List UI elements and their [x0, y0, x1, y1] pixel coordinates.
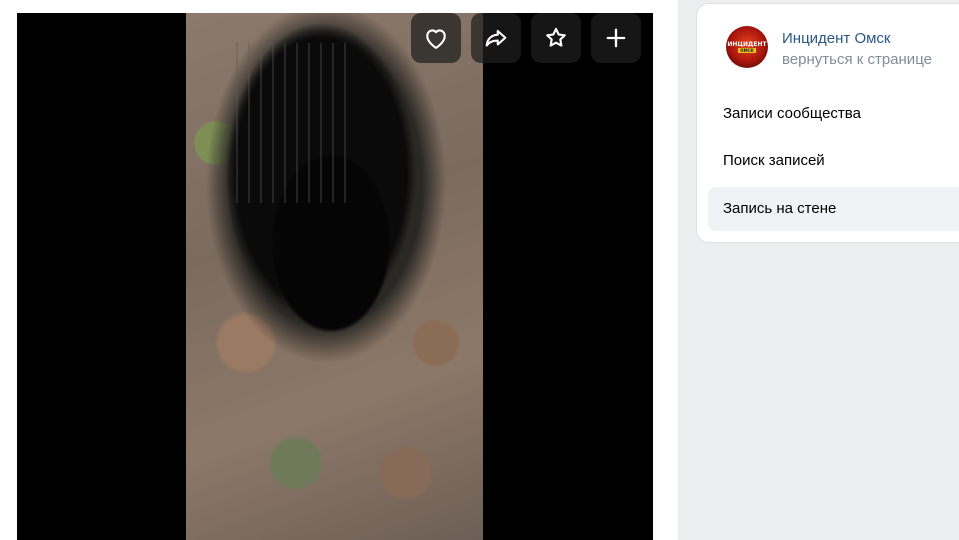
share-arrow-icon: [485, 29, 507, 47]
menu-item-label: Поиск записей: [723, 152, 825, 169]
community-sidebar: ИНЦИДЕНТ ОМСК Инцидент Омск вернуться к …: [697, 4, 959, 242]
avatar-logo-text: ИНЦИДЕНТ: [727, 41, 767, 48]
fence-bars: [226, 43, 346, 203]
avatar-logo-stripe: ОМСК: [738, 48, 756, 53]
community-name-link[interactable]: Инцидент Омск: [782, 30, 891, 47]
video-player[interactable]: [17, 13, 653, 540]
bookmark-button[interactable]: [531, 13, 581, 63]
heart-icon: [426, 29, 446, 49]
star-icon: [546, 27, 566, 47]
menu-item-label: Запись на стене: [723, 200, 837, 217]
plus-icon: [606, 28, 626, 48]
community-avatar[interactable]: ИНЦИДЕНТ ОМСК: [726, 26, 768, 68]
menu-item-community-posts[interactable]: Записи сообщества: [708, 92, 959, 136]
add-button[interactable]: [591, 13, 641, 63]
community-header: ИНЦИДЕНТ ОМСК Инцидент Омск вернуться к …: [697, 4, 959, 90]
menu-item-label: Записи сообщества: [723, 105, 861, 122]
post-media-area: [0, 0, 678, 540]
menu-item-wall-post[interactable]: Запись на стене: [708, 187, 959, 231]
share-button[interactable]: [471, 13, 521, 63]
back-to-page-link[interactable]: вернуться к странице: [782, 51, 932, 68]
like-button[interactable]: [411, 13, 461, 63]
video-frame[interactable]: [186, 13, 483, 540]
menu-item-search-posts[interactable]: Поиск записей: [708, 139, 959, 183]
